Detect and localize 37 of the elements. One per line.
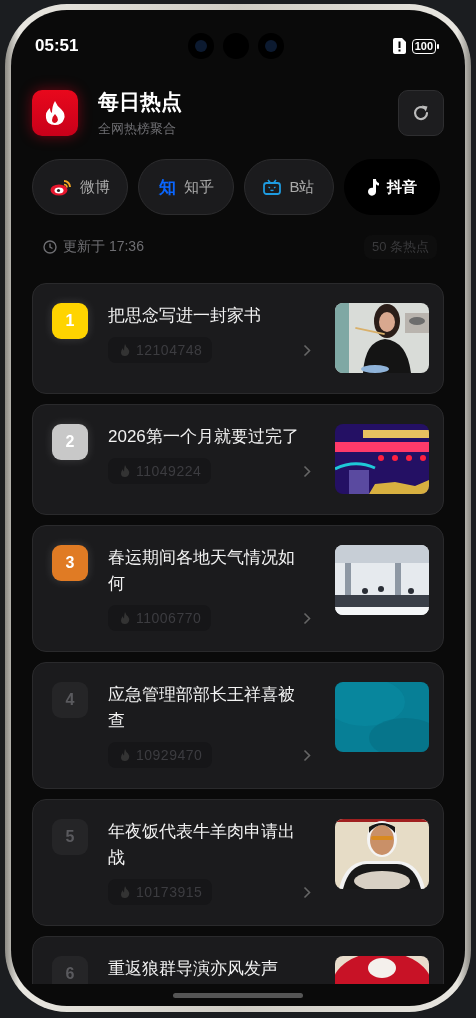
topic-title: 2026第一个月就要过完了 [108, 426, 300, 448]
flame-icon [120, 344, 130, 356]
tv-icon [263, 179, 282, 195]
chevron-right-icon [303, 885, 311, 899]
zhihu-logo: 知 [158, 176, 176, 199]
eye-logo-icon [50, 178, 72, 196]
chevron-right-icon [303, 464, 311, 478]
rank-badge: 1 [52, 303, 88, 339]
refresh-icon [412, 104, 430, 122]
rank-badge: 3 [52, 545, 88, 581]
topic-title: 春运期间各地天气情况如何 [108, 547, 296, 595]
flame-icon [120, 886, 130, 898]
platform-tab[interactable]: 知 知乎 [138, 159, 234, 215]
topic-title: 重返狼群导演亦风发声 [108, 958, 279, 980]
platform-tab[interactable]: 微博 [32, 159, 128, 215]
alert-icon [392, 38, 406, 54]
app-icon [32, 90, 78, 136]
flame-icon [120, 465, 130, 477]
flame-icon [120, 749, 130, 761]
flame-icon [120, 612, 130, 624]
topic-title: 年夜饭代表牛羊肉申请出战 [108, 821, 296, 869]
app-subtitle: 全网热榜聚合 [98, 120, 177, 138]
platform-tab[interactable]: 抖音 [344, 159, 440, 215]
app-title: 每日热点 [98, 89, 183, 115]
topic-title: 把思念写进一封家书 [108, 305, 262, 327]
status-time: 05:51 [35, 36, 79, 56]
chevron-right-icon [303, 748, 311, 762]
platform-tab[interactable]: B站 [244, 159, 334, 215]
chevron-right-icon [303, 343, 311, 357]
refresh-button[interactable] [398, 90, 444, 136]
home-indicator[interactable] [173, 992, 303, 998]
update-time: 更新于 17:36 [63, 238, 144, 256]
chevron-right-icon [303, 611, 311, 625]
clock-icon [43, 240, 57, 254]
music-note-icon [367, 178, 379, 196]
battery-level: 100 [411, 38, 436, 54]
topic-title: 应急管理部部长王祥喜被查 [108, 684, 296, 732]
